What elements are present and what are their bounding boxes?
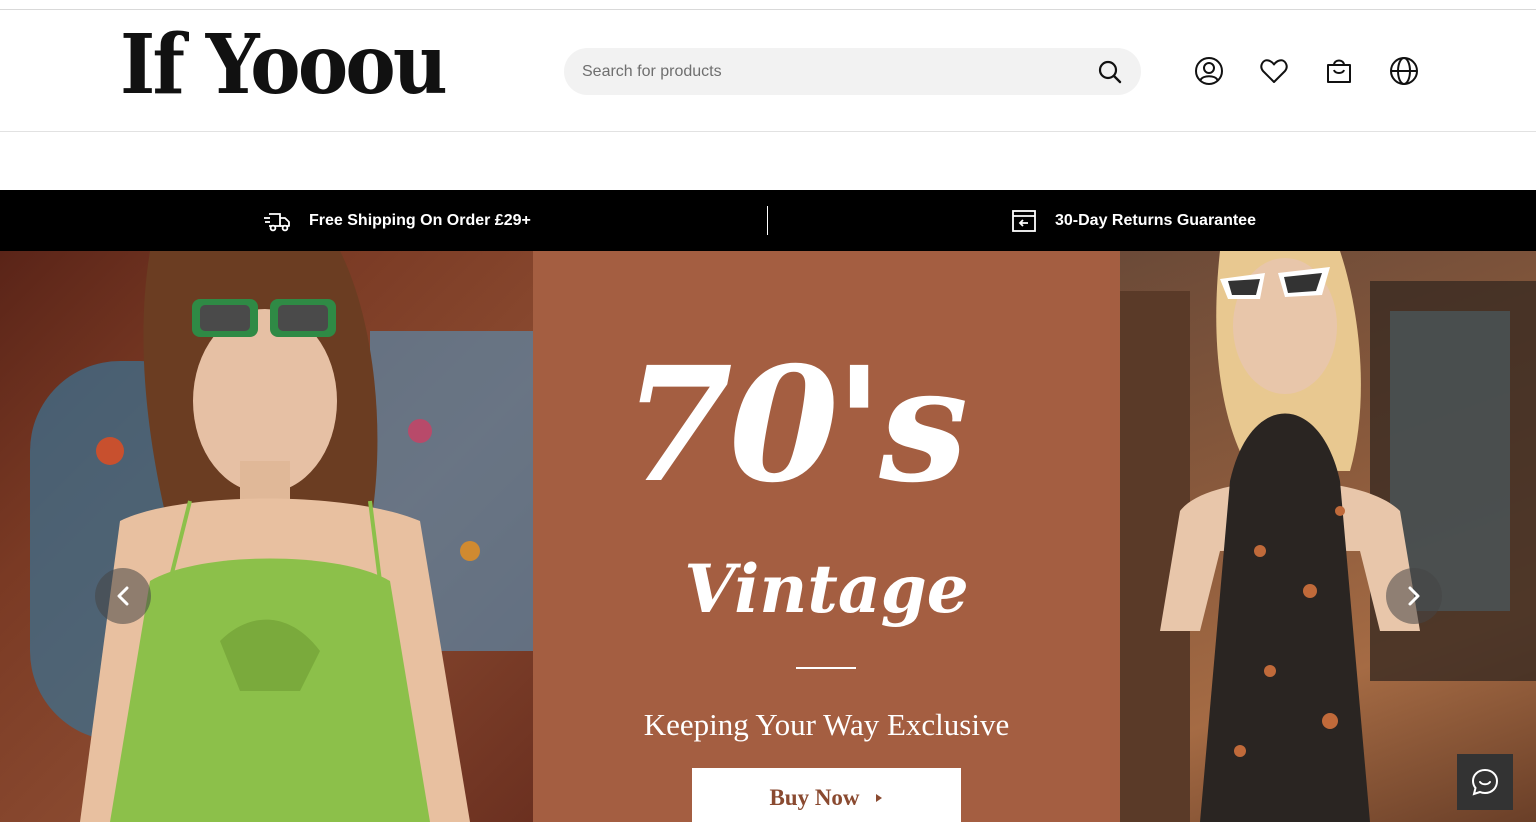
chevron-right-icon — [1408, 586, 1420, 606]
site-logo[interactable]: If Yooou — [120, 24, 448, 106]
free-shipping-item: Free Shipping On Order £29+ — [263, 190, 531, 251]
header-icons — [1192, 54, 1421, 88]
site-header: If Yooou — [0, 10, 1536, 132]
returns-item: 30-Day Returns Guarantee — [1011, 190, 1256, 251]
delivery-truck-icon — [264, 212, 290, 231]
hero-tagline: Keeping Your Way Exclusive — [643, 707, 1010, 742]
language-globe-icon[interactable] — [1387, 54, 1421, 88]
play-arrow-icon — [875, 794, 882, 802]
search-icon[interactable] — [1097, 59, 1123, 85]
hero-headline: 70's — [623, 333, 968, 518]
hero-promo-panel: 70's Vintage Keeping Your Way Exclusive … — [533, 251, 1120, 822]
hero-carousel: 70's Vintage Keeping Your Way Exclusive … — [0, 251, 1536, 822]
promo-banner: Free Shipping On Order £29+ 30-Day Retur… — [0, 190, 1536, 251]
returns-text: 30-Day Returns Guarantee — [1055, 211, 1256, 229]
chat-button[interactable] — [1457, 754, 1513, 810]
search-bar — [564, 48, 1141, 95]
hero-photo-left — [0, 251, 533, 822]
returns-box-icon — [1012, 209, 1036, 232]
carousel-prev-button[interactable] — [95, 568, 151, 624]
chat-bubble-icon — [1471, 768, 1499, 796]
search-input[interactable] — [582, 48, 1082, 95]
hero-photo-right — [1120, 251, 1536, 822]
free-shipping-text: Free Shipping On Order £29+ — [309, 211, 531, 229]
hero-subheadline: Vintage — [684, 550, 969, 628]
hero-divider — [796, 667, 856, 669]
carousel-next-button[interactable] — [1386, 568, 1442, 624]
banner-divider — [767, 206, 768, 235]
buy-now-label: Buy Now — [769, 785, 860, 810]
wishlist-heart-icon[interactable] — [1257, 54, 1291, 88]
shopping-bag-icon[interactable] — [1322, 54, 1356, 88]
chevron-left-icon — [117, 586, 129, 606]
account-icon[interactable] — [1192, 54, 1226, 88]
buy-now-button[interactable]: Buy Now — [692, 768, 961, 822]
